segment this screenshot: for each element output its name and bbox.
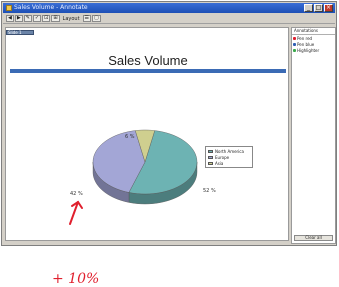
- highlighter-swatch: [293, 48, 296, 52]
- back-button[interactable]: ◀: [6, 15, 14, 22]
- legend-swatch: [208, 155, 213, 159]
- check-button[interactable]: ✓: [32, 15, 42, 22]
- select-button[interactable]: ⊡: [42, 15, 51, 22]
- slide-body: 42 % 52 % 6 % North America Europe Asia …: [10, 76, 286, 287]
- pen-blue-swatch: [293, 42, 296, 46]
- sidebar-item-label: Pen blue: [297, 41, 315, 47]
- title-bar[interactable]: Sales Volume - Annotate _ □ ×: [3, 3, 335, 13]
- sidebar-item-label: Highlighter: [297, 47, 320, 53]
- asia-percent-label: 6 %: [125, 134, 135, 140]
- maximize-button[interactable]: □: [314, 4, 323, 12]
- legend-label: Europe: [215, 154, 230, 160]
- legend-swatch: [208, 149, 213, 153]
- close-button[interactable]: ×: [324, 4, 333, 12]
- app-icon: [6, 5, 12, 11]
- slide-title: Sales Volume: [108, 53, 188, 68]
- pen-red-swatch: [293, 36, 296, 40]
- forward-button[interactable]: ▶: [14, 15, 23, 22]
- window-controls: _ □ ×: [304, 4, 333, 12]
- slide-title-bar: Sales Volume: [10, 35, 286, 73]
- legend-item: North America: [208, 148, 250, 154]
- minimize-button[interactable]: _: [304, 4, 313, 12]
- legend-item: Asia: [208, 160, 250, 166]
- toolbar: ◀ ▶ ✎ ✓ ⊡ ⊞ Layout ☰ ▢: [3, 14, 335, 24]
- chart-legend: North America Europe Asia: [205, 146, 253, 168]
- north-america-percent-label: 52 %: [203, 188, 216, 194]
- legend-swatch: [208, 161, 213, 165]
- menu-button[interactable]: ☰: [82, 15, 92, 22]
- legend-label: North America: [215, 148, 244, 154]
- layout-label: Layout: [62, 15, 80, 22]
- sidebar-item-label: Pen red: [297, 35, 313, 41]
- pen-tool-button[interactable]: ✎: [23, 15, 32, 22]
- sidebar-header: Annotations: [292, 28, 335, 35]
- annotation-sidebar: Annotations Pen red Pen blue Highlighter…: [291, 27, 336, 244]
- window-title: Sales Volume - Annotate: [14, 4, 88, 11]
- slide-pane[interactable]: Slide 1 Sales Volume 42 % 52 % 6 % North…: [5, 27, 289, 287]
- clear-all-button[interactable]: Clear all: [294, 235, 333, 241]
- sidebar-item-highlighter[interactable]: Highlighter: [292, 47, 335, 53]
- grid-button[interactable]: ⊞: [51, 15, 60, 22]
- legend-label: Asia: [215, 160, 224, 166]
- handwritten-annotation: + 10%: [52, 271, 100, 287]
- frame-button[interactable]: ▢: [92, 15, 101, 22]
- handwritten-arrow: [69, 200, 83, 225]
